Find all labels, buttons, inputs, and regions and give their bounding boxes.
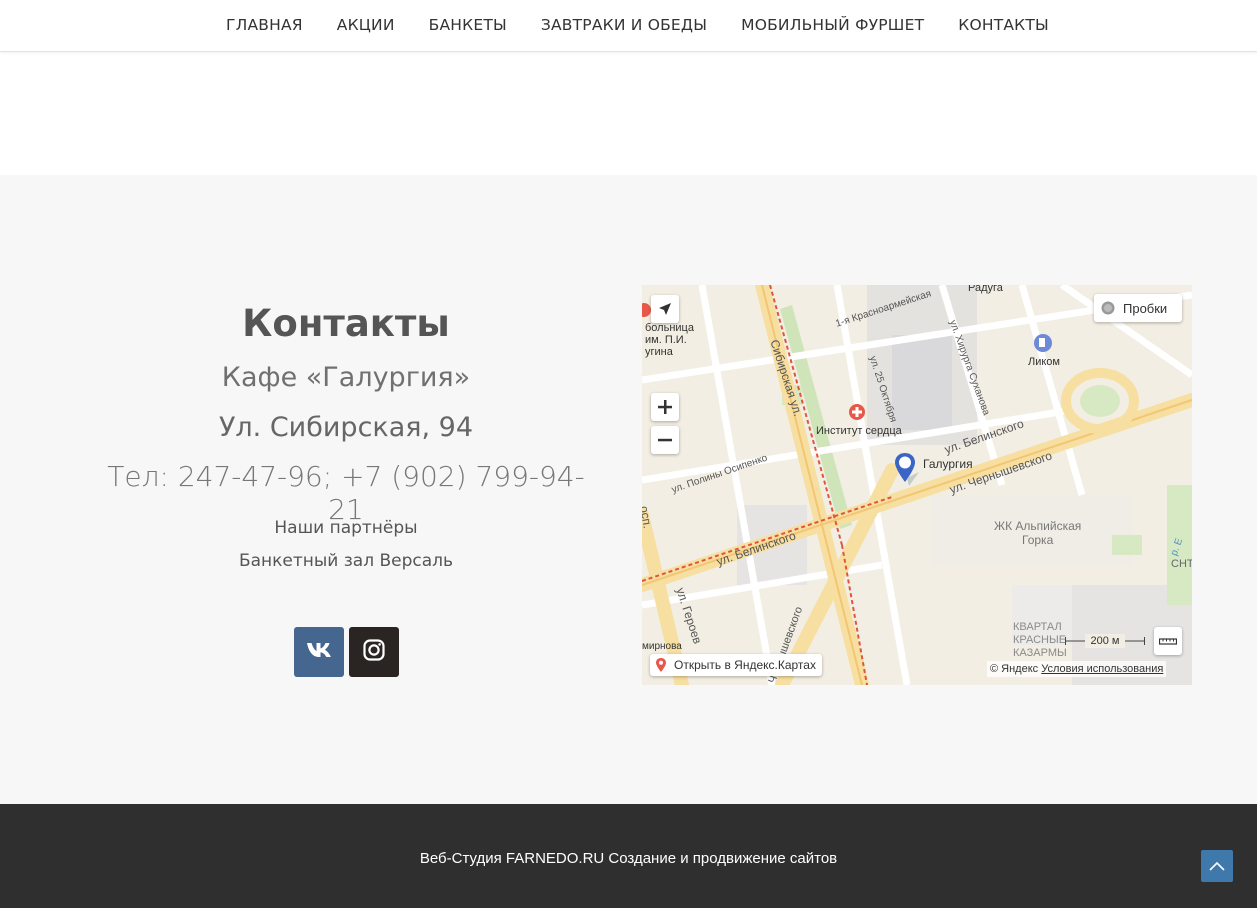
marker-label: Галургия [923,457,973,471]
minus-icon [658,438,672,442]
street-label-smirnova: мирнова [642,641,682,652]
nav-item-contacts[interactable]: КОНТАКТЫ [958,16,1049,34]
zoom-in-button[interactable] [651,393,679,421]
nav-item-banquets[interactable]: БАНКЕТЫ [429,16,507,34]
nav-item-promotions[interactable]: АКЦИИ [337,16,395,34]
traffic-icon [1101,301,1115,315]
open-in-yandex-button[interactable]: Открыть в Яндекс.Картах [650,654,822,676]
scale-label: 200 м [1090,635,1120,647]
open-in-yandex-label: Открыть в Яндекс.Картах [674,658,816,672]
contacts-title: Контакты [242,302,450,345]
yandex-map[interactable]: Радуга Ликом Институт сердца больница им… [642,285,1192,685]
banquet-hall-link[interactable]: Банкетный зал Версаль [96,551,596,571]
nav-item-home[interactable]: ГЛАВНАЯ [226,16,303,34]
instagram-button[interactable] [349,627,399,677]
footer: Веб-Студия FARNEDO.RU Создание и продвиж… [0,804,1257,908]
nav-item-breakfasts[interactable]: ЗАВТРАКИ И ОБЕДЫ [541,16,707,34]
chevron-up-icon [1209,861,1225,871]
copyright-text: © Яндекс [990,663,1039,675]
map-scale: 200 м [1065,634,1145,648]
map-label-snt: СНТ [1171,558,1192,570]
map-label-red-barracks: КВАРТАЛ КРАСНЫЕ КАЗАРМЫ [1013,621,1067,659]
nav-menu: ГЛАВНАЯ АКЦИИ БАНКЕТЫ ЗАВТРАКИ И ОБЕДЫ М… [226,16,1049,34]
phone-numbers: Тел: 247-47-96; +7 (902) 799-94-21 [107,460,585,526]
ruler-icon [1159,638,1177,645]
map-label-heart-institute: Институт сердца [816,425,902,437]
main-navigation: ГЛАВНАЯ АКЦИИ БАНКЕТЫ ЗАВТРАКИ И ОБЕДЫ М… [0,0,1257,52]
vk-icon [306,642,332,663]
map-label-alpine-hill: ЖК Альпийская Горка [994,519,1082,547]
footer-credit-link[interactable]: Веб-Студия FARNEDO.RU Создание и продвиж… [0,850,1257,867]
instagram-icon [363,638,385,666]
geolocation-button[interactable] [651,295,679,323]
nav-item-mobile-buffet[interactable]: МОБИЛЬНЫЙ ФУРШЕТ [741,16,924,34]
map-label-hospital: больница им. П.И. угина [645,322,694,358]
plus-icon [658,400,672,414]
traffic-label: Пробки [1123,300,1168,316]
terms-link[interactable]: Условия использования [1041,663,1163,675]
map-pin-icon [895,453,919,486]
street-address: Ул. Сибирская, 94 [218,412,474,443]
traffic-button[interactable]: Пробки [1094,294,1182,322]
contacts-section: Контакты Кафе «Галургия» Ул. Сибирская, … [0,175,1257,804]
ruler-button[interactable] [1154,627,1182,655]
map-pin-small-icon [656,658,666,672]
partners-link[interactable]: Наши партнёры [96,518,596,538]
map-label-likom: Ликом [1028,356,1060,368]
map-marker[interactable] [894,452,920,493]
scroll-to-top-button[interactable] [1201,850,1233,882]
location-arrow-icon [659,303,671,315]
cafe-name: Кафе «Галургия» [221,362,471,393]
map-label-raduga: Радуга [968,285,1003,294]
zoom-out-button[interactable] [651,426,679,454]
vk-button[interactable] [294,627,344,677]
map-attribution: © Яндекс Условия использования [987,661,1167,677]
